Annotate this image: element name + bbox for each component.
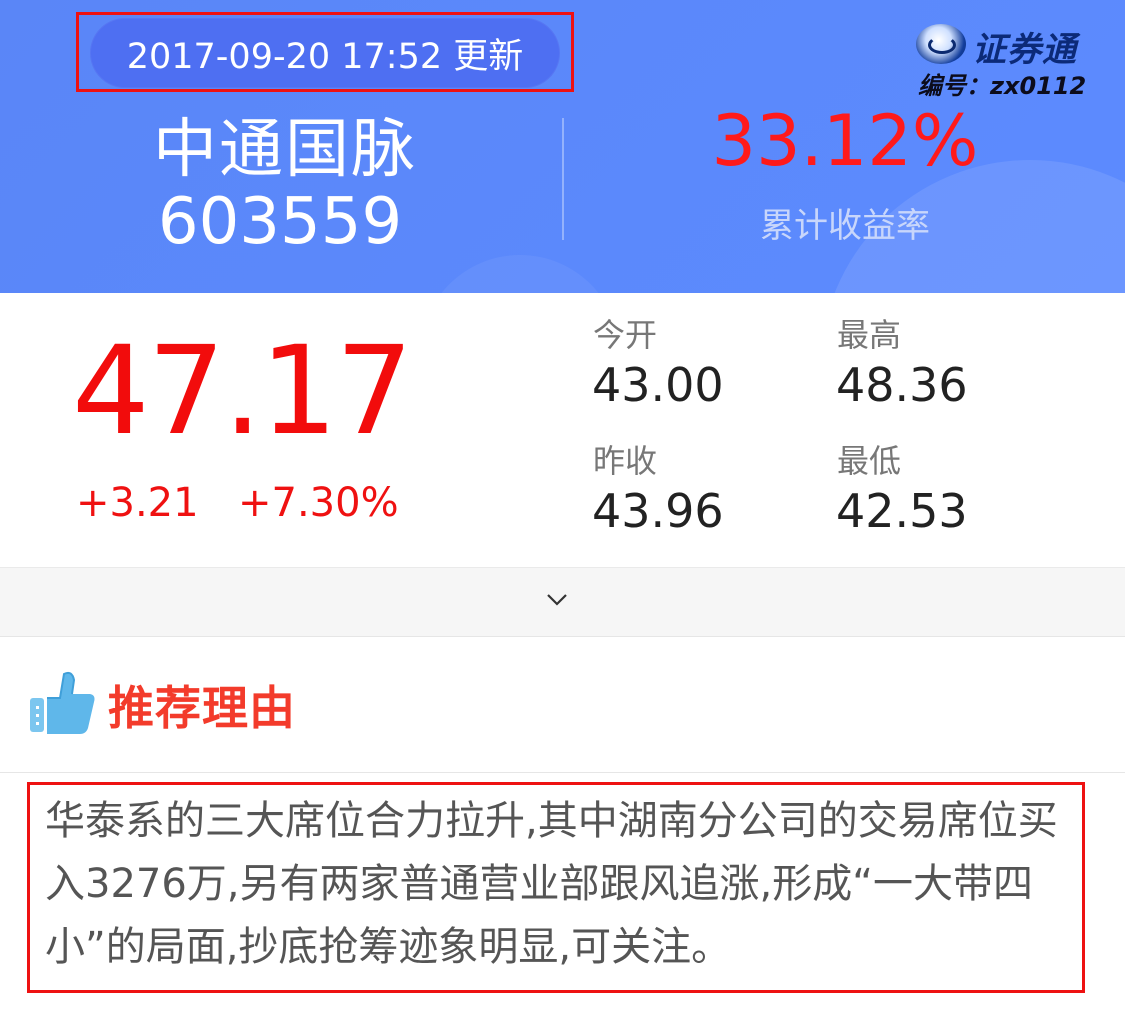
header-divider bbox=[562, 118, 564, 240]
stat-value-open: 43.00 bbox=[592, 358, 724, 412]
stock-name: 中通国脉 bbox=[153, 113, 417, 187]
reason-title: 推荐理由 bbox=[108, 681, 296, 735]
highlight-box bbox=[76, 12, 574, 92]
stat-value-prev-close: 43.96 bbox=[592, 484, 724, 538]
current-price: 47.17 bbox=[72, 320, 413, 462]
stat-label-low: 最低 bbox=[837, 442, 902, 480]
price-change: +3.21 bbox=[76, 480, 199, 526]
logo-name: 证券通 bbox=[972, 30, 1077, 70]
logo-code: 编号：zx0112 bbox=[918, 72, 1087, 100]
stat-value-high: 48.36 bbox=[836, 358, 968, 412]
highlight-box bbox=[27, 782, 1085, 993]
header-decoration bbox=[420, 255, 620, 293]
stock-code: 603559 bbox=[157, 185, 403, 259]
thumbs-up-icon bbox=[30, 671, 95, 734]
cumulative-return-label: 累计收益率 bbox=[760, 206, 930, 246]
chevron-down-icon[interactable] bbox=[546, 588, 568, 610]
stat-label-high: 最高 bbox=[837, 316, 902, 354]
logo-icon bbox=[916, 24, 966, 64]
price-change-percent: +7.30% bbox=[238, 480, 399, 526]
stat-label-open: 今开 bbox=[593, 316, 658, 354]
stat-value-low: 42.53 bbox=[836, 484, 968, 538]
cumulative-return-value: 33.12% bbox=[711, 100, 979, 182]
divider bbox=[0, 772, 1125, 773]
brand-logo: 证券通 编号：zx0112 bbox=[912, 20, 1092, 100]
stat-label-prev-close: 昨收 bbox=[593, 442, 658, 480]
